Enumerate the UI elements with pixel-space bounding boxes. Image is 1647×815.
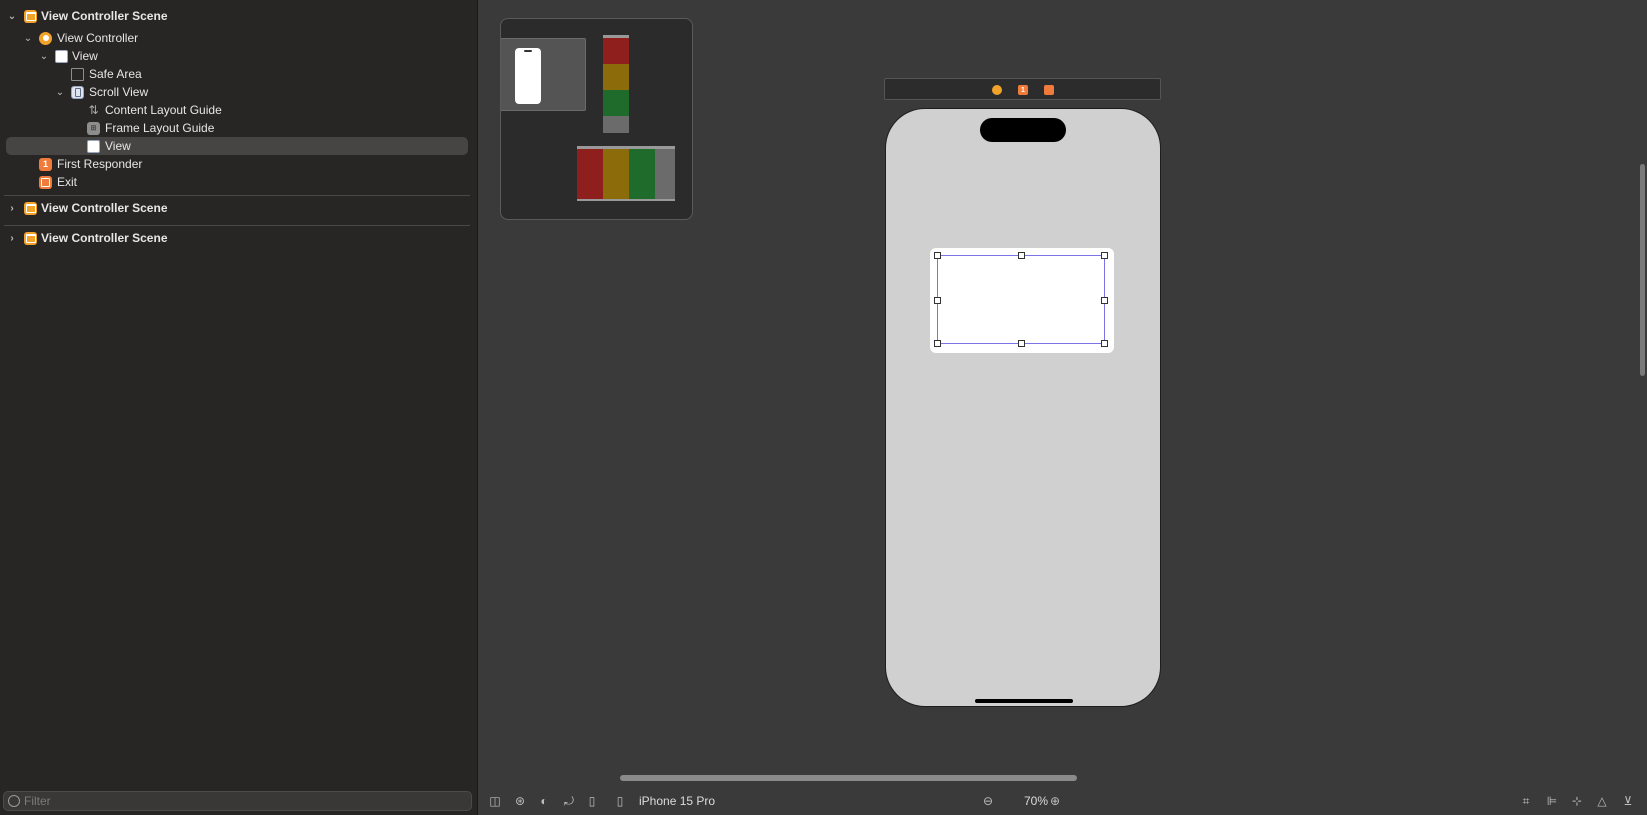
minimap-viewport[interactable] bbox=[501, 38, 586, 111]
layout-guide-icon: ⇅ bbox=[88, 103, 99, 117]
filter-icon bbox=[8, 795, 20, 807]
exit-icon[interactable] bbox=[1044, 85, 1054, 95]
outline-filter[interactable] bbox=[3, 791, 472, 811]
update-frames-icon[interactable]: ⌗ bbox=[1519, 794, 1533, 808]
minimap-block bbox=[577, 149, 603, 199]
accessibility-icon[interactable]: ⊛ bbox=[513, 794, 527, 808]
horizontal-scrollbar[interactable] bbox=[620, 775, 1077, 781]
view-icon bbox=[87, 139, 100, 153]
layout-icon[interactable]: ▯ bbox=[585, 794, 599, 808]
resize-handle[interactable] bbox=[1101, 297, 1108, 304]
minimap-horizontal-stack bbox=[577, 146, 675, 201]
view-icon bbox=[55, 49, 68, 63]
scene-title: View Controller Scene bbox=[41, 231, 168, 245]
scene-icon bbox=[24, 201, 37, 215]
outline-item-label: View bbox=[105, 139, 131, 153]
outline-item-view-controller[interactable]: ⌄ View Controller bbox=[0, 29, 470, 47]
scene-icon bbox=[24, 9, 37, 23]
outline-item-label: View Controller bbox=[57, 31, 139, 45]
outline-item-safe-area[interactable]: Safe Area bbox=[0, 65, 470, 83]
canvas-toolbar: ◫ ⊛ ◐ ⤾ ▯ ▯ iPhone 15 Pro ⊖ 70% ⊕ ⌗ ⊫ ⊹ … bbox=[479, 788, 1647, 815]
divider bbox=[4, 225, 470, 226]
add-constraints-icon[interactable]: ⊹ bbox=[1570, 794, 1584, 808]
minimap-phone-preview bbox=[515, 48, 541, 104]
device-frame[interactable] bbox=[885, 108, 1161, 707]
zoom-level[interactable]: 70% bbox=[1024, 794, 1048, 808]
chevron-down-icon[interactable]: ⌄ bbox=[38, 50, 50, 62]
sidebar-toggle-icon[interactable]: ◫ bbox=[488, 794, 502, 808]
scene-title: View Controller Scene bbox=[41, 9, 168, 23]
canvas-minimap[interactable] bbox=[500, 18, 693, 220]
resize-handle[interactable] bbox=[1101, 252, 1108, 259]
resize-handle[interactable] bbox=[934, 252, 941, 259]
divider bbox=[4, 195, 470, 196]
outline-item-first-responder[interactable]: 1 First Responder bbox=[0, 155, 470, 173]
outline-item-exit[interactable]: Exit bbox=[0, 173, 470, 191]
chevron-down-icon[interactable]: ⌄ bbox=[6, 10, 18, 22]
selected-view[interactable] bbox=[930, 248, 1114, 353]
device-icon[interactable]: ▯ bbox=[613, 794, 627, 808]
filter-input[interactable] bbox=[24, 793, 464, 809]
selection-outline bbox=[934, 252, 1108, 347]
outline-item-content-layout-guide[interactable]: ⇅ Content Layout Guide bbox=[0, 101, 470, 119]
minimap-block bbox=[603, 64, 629, 90]
home-indicator bbox=[975, 699, 1073, 703]
outline-item-view[interactable]: ⌄ View bbox=[0, 47, 470, 65]
resize-handle[interactable] bbox=[934, 340, 941, 347]
chevron-right-icon[interactable]: › bbox=[6, 232, 18, 244]
device-selector[interactable]: iPhone 15 Pro bbox=[639, 794, 715, 808]
minimap-block bbox=[603, 38, 629, 64]
minimap-block bbox=[655, 149, 675, 199]
resize-handle[interactable] bbox=[1101, 340, 1108, 347]
chevron-down-icon[interactable]: ⌄ bbox=[22, 32, 34, 44]
outline-scene-1[interactable]: ⌄ View Controller Scene bbox=[0, 7, 470, 25]
orientation-icon[interactable]: ⤾ bbox=[562, 794, 576, 808]
frame-layout-guide-icon: ⊞ bbox=[87, 121, 100, 135]
minimap-block bbox=[603, 90, 629, 116]
outline-item-label: First Responder bbox=[57, 157, 143, 171]
minimap-vertical-stack bbox=[603, 35, 629, 133]
resolve-issues-icon[interactable]: △ bbox=[1595, 794, 1609, 808]
view-controller-icon[interactable] bbox=[992, 85, 1002, 95]
dynamic-island bbox=[980, 118, 1066, 142]
zoom-out-icon[interactable]: ⊖ bbox=[981, 794, 995, 808]
first-responder-icon: 1 bbox=[39, 157, 52, 171]
resize-handle[interactable] bbox=[1018, 252, 1025, 259]
outline-item-label: Exit bbox=[57, 175, 78, 189]
outline-item-label: Frame Layout Guide bbox=[105, 121, 215, 135]
outline-item-label: Safe Area bbox=[89, 67, 142, 81]
outline-item-label: Scroll View bbox=[89, 85, 149, 99]
embed-in-icon[interactable]: ⊻ bbox=[1621, 794, 1635, 808]
appearance-icon[interactable]: ◐ bbox=[537, 794, 551, 808]
scroll-view-icon bbox=[71, 85, 84, 99]
safe-area-icon bbox=[71, 67, 84, 81]
exit-icon bbox=[39, 175, 52, 189]
outline-item-view-selected[interactable]: View bbox=[6, 137, 468, 155]
outline-item-frame-layout-guide[interactable]: ⊞ Frame Layout Guide bbox=[0, 119, 470, 137]
outline-scene-2[interactable]: › View Controller Scene bbox=[0, 199, 470, 217]
document-outline: ⌄ View Controller Scene ⌄ View Controlle… bbox=[0, 0, 478, 815]
chevron-down-icon[interactable]: ⌄ bbox=[54, 86, 66, 98]
outline-item-label: View bbox=[72, 49, 98, 63]
minimap-block bbox=[603, 116, 629, 133]
view-controller-icon bbox=[39, 31, 52, 45]
scene-title: View Controller Scene bbox=[41, 201, 168, 215]
minimap-block bbox=[603, 149, 629, 199]
align-icon[interactable]: ⊫ bbox=[1545, 794, 1559, 808]
vertical-scrollbar[interactable] bbox=[1640, 164, 1645, 376]
scene-dock[interactable]: 1 bbox=[884, 78, 1161, 100]
scene-icon bbox=[24, 231, 37, 245]
resize-handle[interactable] bbox=[1018, 340, 1025, 347]
chevron-right-icon[interactable]: › bbox=[6, 202, 18, 214]
storyboard-canvas[interactable]: 1 ◫ ⊛ ◐ ⤾ ▯ ▯ iPhone 15 Pro ⊖ 70% ⊕ ⌗ ⊫ … bbox=[479, 0, 1647, 815]
outline-scene-3[interactable]: › View Controller Scene bbox=[0, 229, 470, 247]
resize-handle[interactable] bbox=[934, 297, 941, 304]
minimap-block bbox=[629, 149, 655, 199]
storyboard-window: ⌄ View Controller Scene ⌄ View Controlle… bbox=[0, 0, 1647, 815]
outline-item-label: Content Layout Guide bbox=[105, 103, 222, 117]
outline-item-scroll-view[interactable]: ⌄ Scroll View bbox=[0, 83, 470, 101]
first-responder-icon[interactable]: 1 bbox=[1018, 85, 1028, 95]
zoom-in-icon[interactable]: ⊕ bbox=[1048, 794, 1062, 808]
